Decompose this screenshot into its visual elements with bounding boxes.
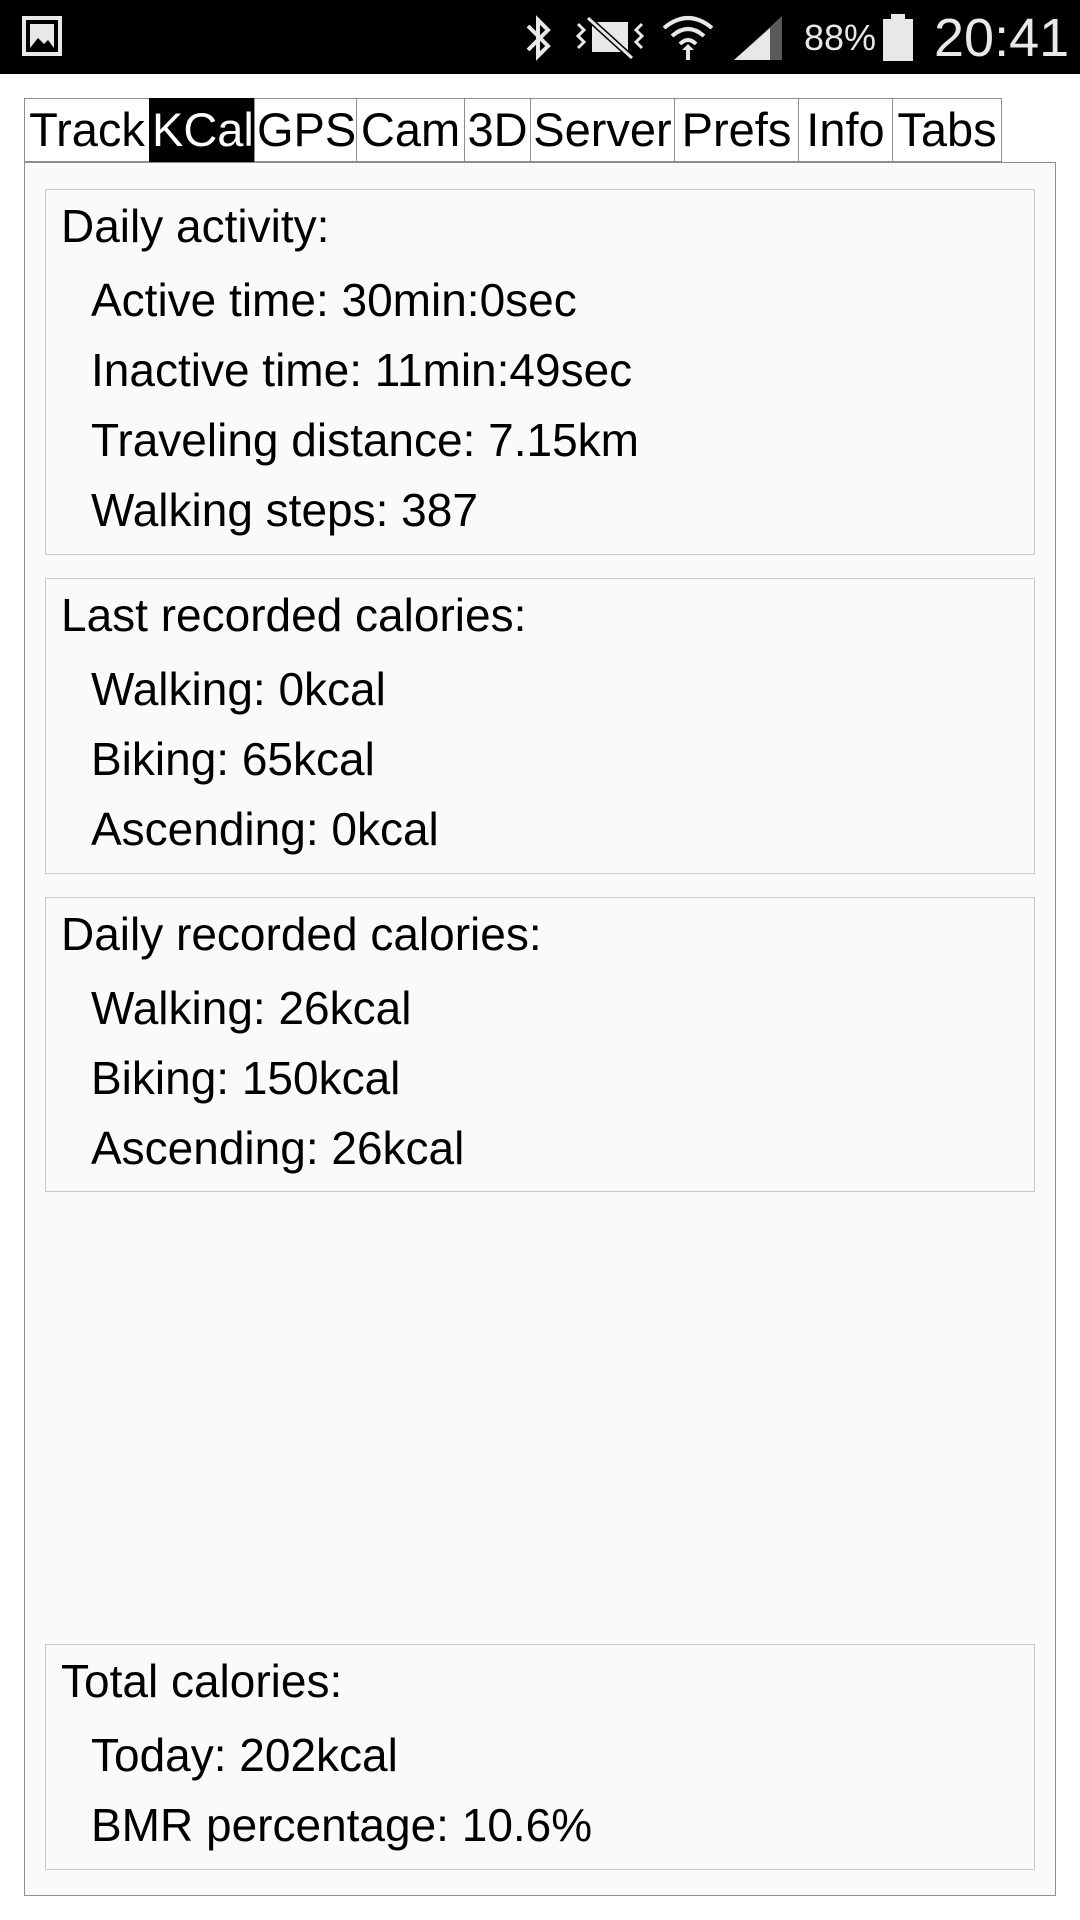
- total-calories-group: Total calories: Today: 202kcal BMR perce…: [45, 1644, 1035, 1870]
- battery-percentage: 88%: [804, 17, 877, 58]
- tab-info[interactable]: Info: [798, 98, 892, 162]
- wifi-icon: [662, 16, 714, 60]
- last-ascending: Ascending: 0kcal: [91, 803, 439, 855]
- last-recorded-calories-group: Last recorded calories: Walking: 0kcal B…: [45, 578, 1035, 874]
- gallery-icon: [22, 16, 62, 56]
- daily-biking: Biking: 150kcal: [91, 1052, 401, 1104]
- daily-recorded-title: Daily recorded calories:: [61, 908, 542, 960]
- vibrate-mute-icon: [575, 15, 645, 61]
- traveling-distance: Traveling distance: 7.15km: [91, 414, 640, 466]
- tab-3d[interactable]: 3D: [464, 98, 530, 162]
- daily-activity-title: Daily activity:: [61, 200, 330, 252]
- daily-activity-group: Daily activity: Active time: 30min:0sec …: [45, 189, 1035, 555]
- tab-tabs[interactable]: Tabs: [892, 98, 1002, 162]
- today-calories: Today: 202kcal: [91, 1729, 398, 1781]
- last-walking: Walking: 0kcal: [91, 663, 386, 715]
- daily-ascending: Ascending: 26kcal: [91, 1122, 465, 1174]
- clock: 20:41: [934, 8, 1070, 68]
- status-bar: 88% 20:41: [0, 0, 1080, 74]
- total-calories-title: Total calories:: [61, 1655, 343, 1707]
- tab-bar: Track KCal GPS Cam 3D Server Prefs Info …: [24, 98, 1002, 162]
- tab-server[interactable]: Server: [530, 98, 674, 162]
- battery-icon: [883, 14, 913, 61]
- signal-icon: [734, 16, 782, 60]
- daily-walking: Walking: 26kcal: [91, 982, 412, 1034]
- last-recorded-title: Last recorded calories:: [61, 589, 527, 641]
- tab-kcal[interactable]: KCal: [149, 98, 254, 162]
- tab-cam[interactable]: Cam: [356, 98, 464, 162]
- inactive-time: Inactive time: 11min:49sec: [91, 344, 633, 396]
- tab-prefs[interactable]: Prefs: [674, 98, 798, 162]
- last-biking: Biking: 65kcal: [91, 733, 375, 785]
- bluetooth-icon: [526, 15, 551, 61]
- tab-track[interactable]: Track: [24, 98, 149, 162]
- active-time: Active time: 30min:0sec: [91, 274, 577, 326]
- daily-recorded-calories-group: Daily recorded calories: Walking: 26kcal…: [45, 897, 1035, 1192]
- bmr-percentage: BMR percentage: 10.6%: [91, 1799, 593, 1851]
- walking-steps: Walking steps: 387: [91, 484, 478, 536]
- tab-gps[interactable]: GPS: [254, 98, 356, 162]
